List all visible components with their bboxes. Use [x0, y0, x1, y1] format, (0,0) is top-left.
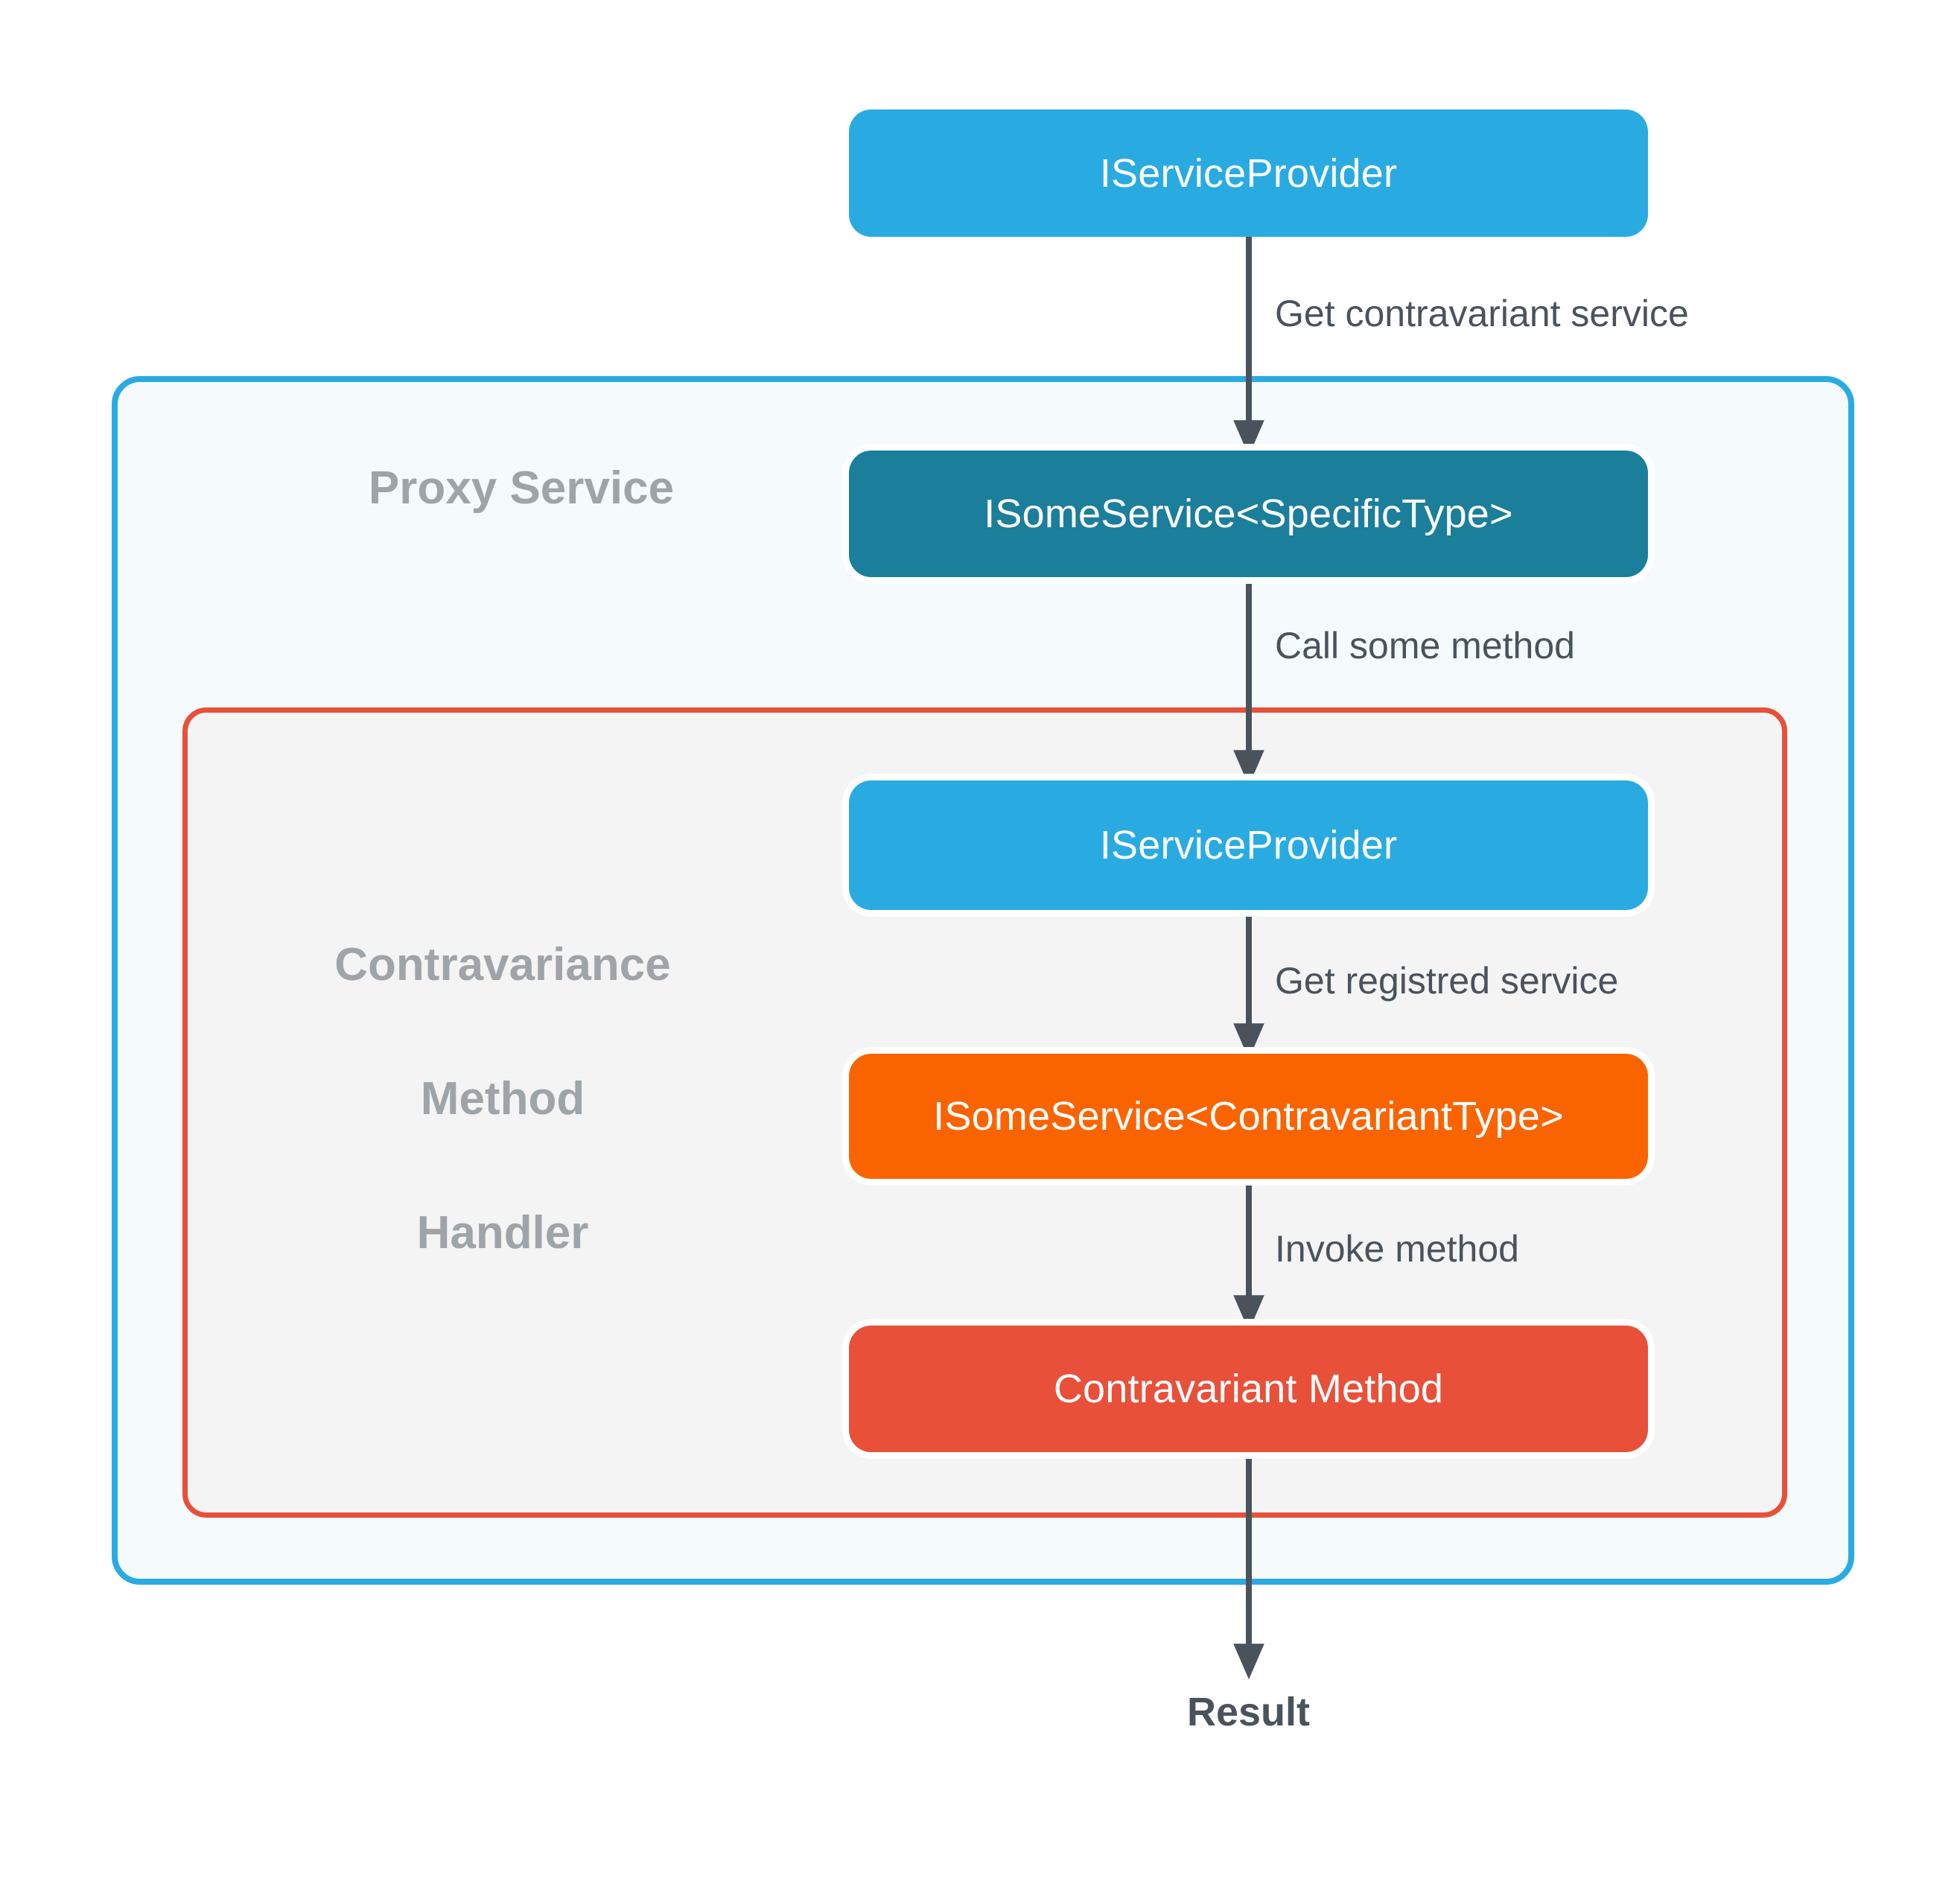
node-some-service-specific-type[interactable]: ISomeService<SpecificType> [849, 451, 1648, 577]
label-handler: Handler [416, 1207, 589, 1259]
node-some-service-contravariant-type[interactable]: ISomeService<ContravariantType> [849, 1054, 1648, 1179]
edge-label-call-some-method: Call some method [1275, 625, 1575, 666]
label-contravariance: Contravariance [334, 939, 671, 990]
terminal-label-result: Result [1186, 1690, 1311, 1734]
edge-label-get-registered-service: Get registred service [1275, 960, 1619, 1002]
node-label: ISomeService<SpecificType> [984, 491, 1513, 536]
node-label: IServiceProvider [1099, 823, 1398, 868]
node-label: Contravariant Method [1053, 1367, 1444, 1411]
label-method: Method [420, 1073, 585, 1124]
edge-label-invoke-method: Invoke method [1275, 1228, 1519, 1270]
node-label: IServiceProvider [1099, 150, 1398, 196]
node-service-provider-inner[interactable]: IServiceProvider [849, 780, 1648, 910]
edge-label-get-contravariant-service: Get contravariant service [1275, 293, 1689, 334]
label-proxy-service: Proxy Service [368, 462, 675, 514]
node-service-provider-top[interactable]: IServiceProvider [849, 109, 1648, 237]
diagram-canvas: IServiceProvider ISomeService<SpecificTy… [0, 0, 1960, 1893]
node-label: ISomeService<ContravariantType> [933, 1094, 1564, 1139]
node-contravariant-method[interactable]: Contravariant Method [849, 1326, 1648, 1452]
